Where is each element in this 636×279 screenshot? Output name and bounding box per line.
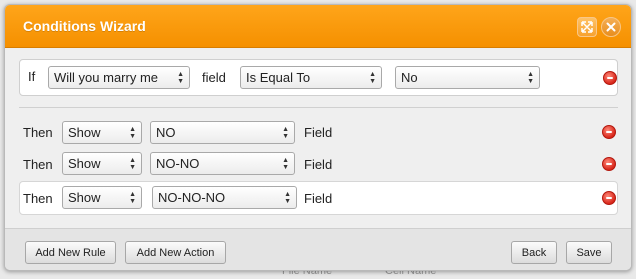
remove-action-icon[interactable] [602, 125, 616, 139]
select-arrows-icon: ▲ ▼ [527, 70, 534, 85]
then-label: Then [23, 157, 53, 172]
action-type-select[interactable]: Show ▲ ▼ [62, 186, 142, 209]
action-type-value: Show [68, 190, 101, 205]
action-type-value: Show [68, 156, 101, 171]
action-type-select[interactable]: Show ▲ ▼ [62, 152, 142, 175]
section-divider [19, 107, 618, 108]
condition-row: If Will you marry me ▲ ▼ field Is Equal T… [19, 59, 618, 96]
field-suffix-label: Field [304, 125, 333, 140]
add-new-action-button[interactable]: Add New Action [125, 241, 226, 264]
dialog-footer: Add New Rule Add New Action Back Save [5, 228, 631, 270]
action-target-value: NO-NO [156, 156, 200, 171]
action-row: Then Show ▲ ▼ NO-NO ▲ ▼ Field [19, 149, 618, 183]
back-button[interactable]: Back [511, 241, 557, 264]
action-type-select[interactable]: Show ▲ ▼ [62, 121, 142, 144]
field-suffix-label: Field [304, 157, 333, 172]
dialog-titlebar: Conditions Wizard [5, 5, 631, 48]
field-suffix-label: Field [304, 191, 333, 206]
select-arrows-icon: ▲ ▼ [282, 125, 289, 140]
close-icon[interactable] [601, 17, 621, 37]
value-select[interactable]: No ▲ ▼ [395, 66, 540, 89]
operator-select[interactable]: Is Equal To ▲ ▼ [240, 66, 382, 89]
select-arrows-icon: ▲ ▼ [129, 190, 136, 205]
action-row: Then Show ▲ ▼ NO ▲ ▼ Field [19, 117, 618, 151]
action-type-value: Show [68, 125, 101, 140]
remove-action-icon[interactable] [602, 157, 616, 171]
select-arrows-icon: ▲ ▼ [129, 125, 136, 140]
select-arrows-icon: ▲ ▼ [282, 156, 289, 171]
select-arrows-icon: ▲ ▼ [129, 156, 136, 171]
conditions-wizard-dialog: Conditions Wizard If Will you marry me ▲… [4, 4, 632, 271]
condition-field-value: Will you marry me [54, 70, 159, 85]
save-button[interactable]: Save [566, 241, 612, 264]
action-target-select[interactable]: NO-NO ▲ ▼ [150, 152, 295, 175]
maximize-icon[interactable] [577, 17, 597, 37]
select-arrows-icon: ▲ ▼ [284, 190, 291, 205]
add-new-rule-button[interactable]: Add New Rule [25, 241, 116, 264]
action-target-value: NO [156, 125, 176, 140]
remove-action-icon[interactable] [602, 191, 616, 205]
action-target-select[interactable]: NO-NO-NO ▲ ▼ [152, 186, 297, 209]
then-label: Then [23, 125, 53, 140]
if-label: If [28, 69, 36, 84]
action-target-value: NO-NO-NO [158, 190, 226, 205]
action-target-select[interactable]: NO ▲ ▼ [150, 121, 295, 144]
select-arrows-icon: ▲ ▼ [369, 70, 376, 85]
field-label: field [202, 70, 226, 85]
remove-condition-icon[interactable] [603, 71, 617, 85]
then-label: Then [23, 191, 53, 206]
condition-field-select[interactable]: Will you marry me ▲ ▼ [48, 66, 190, 89]
dialog-title: Conditions Wizard [23, 18, 146, 34]
action-row: Then Show ▲ ▼ NO-NO-NO ▲ ▼ Field [19, 181, 618, 215]
select-arrows-icon: ▲ ▼ [177, 70, 184, 85]
operator-value: Is Equal To [246, 70, 311, 85]
value-value: No [401, 70, 418, 85]
